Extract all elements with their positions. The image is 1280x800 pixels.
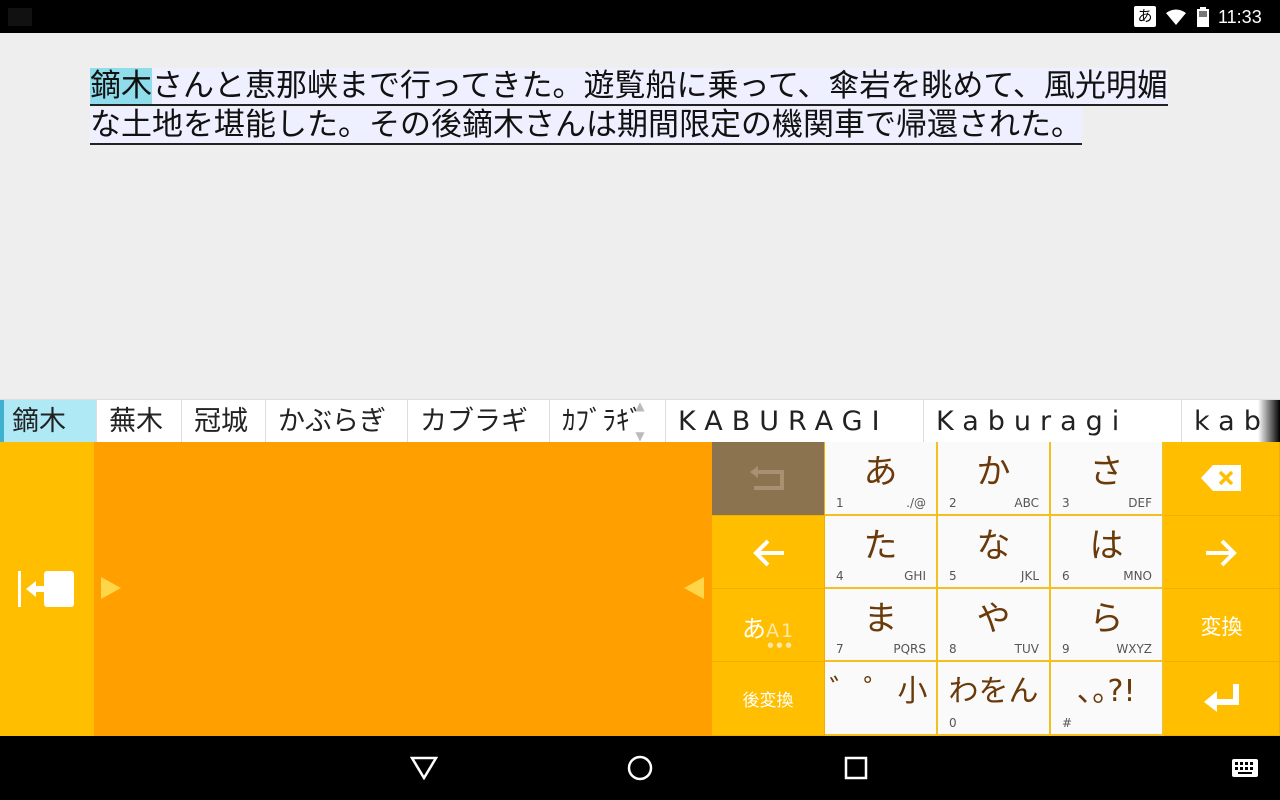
- key-num: 4: [836, 569, 844, 583]
- convert-label: 変換: [1200, 615, 1243, 639]
- text-editor[interactable]: 鏑木さんと恵那峡まで行ってきた。遊覧船に乗って、傘岩を眺めて、風光明媚な土地を堪…: [0, 33, 1280, 399]
- mode-label-main: あ: [742, 615, 766, 643]
- recents-icon[interactable]: [844, 756, 868, 780]
- ime-indicator: あ: [1134, 6, 1156, 27]
- candidate-1[interactable]: 鏑木: [0, 400, 97, 443]
- battery-icon: [1197, 7, 1209, 27]
- undo-button[interactable]: [712, 442, 825, 516]
- expand-right-icon[interactable]: [101, 577, 121, 599]
- key-alpha: ABC: [1014, 496, 1039, 510]
- undo-icon: [750, 466, 784, 490]
- key-label: ゛゜小: [829, 674, 932, 709]
- key-a[interactable]: あ 1 ./@: [825, 442, 938, 516]
- move-keyboard-icon[interactable]: [16, 569, 76, 609]
- key-num: 7: [836, 642, 844, 656]
- clock: 11:33: [1218, 7, 1262, 27]
- key-alpha: MNO: [1123, 569, 1152, 583]
- scroll-fade: [1258, 400, 1280, 443]
- enter-icon: [1204, 684, 1239, 712]
- key-ta[interactable]: た 4 GHI: [825, 516, 938, 589]
- key-num: 3: [1062, 496, 1070, 510]
- key-label: た: [863, 526, 898, 566]
- enter-button[interactable]: [1164, 662, 1280, 736]
- candidate-bar: 鏑木 蕪木 冠城 かぶらぎ カブラギ ｶﾌﾞﾗｷﾞ ▲ ▼ KABURAGI Ka…: [0, 399, 1280, 444]
- key-ma[interactable]: ま 7 PQRS: [825, 589, 938, 662]
- composing-text: さんと恵那峡まで行ってきた。遊覧船に乗って、傘岩を眺めて、風光明媚な土地を堪能し…: [90, 68, 1168, 145]
- editor-text[interactable]: 鏑木さんと恵那峡まで行ってきた。遊覧船に乗って、傘岩を眺めて、風光明媚な土地を堪…: [90, 67, 1190, 145]
- post-convert-button[interactable]: 後変換: [712, 662, 825, 736]
- key-label: や: [976, 599, 1011, 639]
- navigation-bar: [0, 736, 1280, 800]
- candidate-5[interactable]: カブラギ: [408, 400, 550, 443]
- mode-dots: ●●●: [767, 641, 795, 649]
- candidate-3[interactable]: 冠城: [182, 400, 266, 443]
- key-num: #: [1062, 716, 1073, 730]
- key-label: な: [976, 526, 1011, 566]
- key-ka[interactable]: か 2 ABC: [938, 442, 1051, 516]
- wifi-icon: [1166, 9, 1186, 25]
- arrow-right-icon: [1206, 539, 1237, 567]
- backspace-icon: [1201, 465, 1241, 491]
- key-punctuation[interactable]: ､｡?! #: [1051, 662, 1164, 736]
- cursor-left-button[interactable]: [712, 516, 825, 589]
- candidate-2[interactable]: 蕪木: [97, 400, 182, 443]
- candidate-6[interactable]: ｶﾌﾞﾗｷﾞ: [550, 400, 666, 443]
- key-num: 1: [836, 496, 844, 510]
- key-dakuten-small[interactable]: ゛゜小: [825, 662, 938, 736]
- key-alpha: TUV: [1014, 642, 1039, 656]
- resize-handle-icon[interactable]: ▲ ▼: [633, 400, 647, 442]
- key-label: は: [1089, 526, 1124, 566]
- key-num: 2: [949, 496, 957, 510]
- notification-icon: [8, 8, 32, 26]
- key-alpha: PQRS: [893, 642, 926, 656]
- candidate-4[interactable]: かぶらぎ: [266, 400, 408, 443]
- key-label: さ: [1089, 452, 1124, 492]
- input-mode-button[interactable]: あA1 ●●●: [712, 589, 825, 662]
- convert-button[interactable]: 変換: [1164, 589, 1280, 662]
- key-num: 8: [949, 642, 957, 656]
- key-num: 5: [949, 569, 957, 583]
- keyboard-side-panel: [0, 442, 94, 736]
- selected-clause: 鏑木: [90, 68, 152, 106]
- key-ya[interactable]: や 8 TUV: [938, 589, 1051, 662]
- key-alpha: WXYZ: [1116, 642, 1152, 656]
- key-label: か: [976, 452, 1011, 492]
- backspace-button[interactable]: [1164, 442, 1280, 516]
- arrow-left-icon: [753, 539, 784, 567]
- key-alpha: JKL: [1020, 569, 1039, 583]
- key-wa[interactable]: わをん 0: [938, 662, 1051, 736]
- home-icon[interactable]: [626, 754, 654, 782]
- key-ha[interactable]: は 6 MNO: [1051, 516, 1164, 589]
- keyboard-switch-icon[interactable]: [1231, 758, 1259, 778]
- key-alpha: DEF: [1128, 496, 1152, 510]
- key-na[interactable]: な 5 JKL: [938, 516, 1051, 589]
- key-sa[interactable]: さ 3 DEF: [1051, 442, 1164, 516]
- status-bar: あ 11:33: [0, 0, 1280, 33]
- key-num: 6: [1062, 569, 1070, 583]
- key-num: 9: [1062, 642, 1070, 656]
- key-ra[interactable]: ら 9 WXYZ: [1051, 589, 1164, 662]
- cursor-right-button[interactable]: [1164, 516, 1280, 589]
- key-alpha: ./@: [906, 496, 926, 510]
- key-label: わをん: [948, 674, 1039, 709]
- expand-left-icon[interactable]: [684, 577, 704, 599]
- software-keyboard: あA1 ●●● 後変換 あ 1 ./@ か 2 ABC さ 3 DEF た 4 GHI な 5 JK…: [0, 442, 1280, 736]
- post-convert-label: 後変換: [742, 691, 794, 711]
- key-label: ら: [1089, 599, 1124, 639]
- back-icon[interactable]: [410, 756, 438, 780]
- key-label: ま: [863, 599, 898, 639]
- candidate-8[interactable]: Kaburagi: [924, 400, 1182, 443]
- mode-label-sub: A1: [766, 620, 796, 642]
- key-label: ､｡?!: [1077, 674, 1136, 709]
- key-alpha: GHI: [904, 569, 926, 583]
- candidate-7[interactable]: KABURAGI: [666, 400, 924, 443]
- key-num: 0: [949, 716, 957, 730]
- key-label: あ: [863, 452, 898, 492]
